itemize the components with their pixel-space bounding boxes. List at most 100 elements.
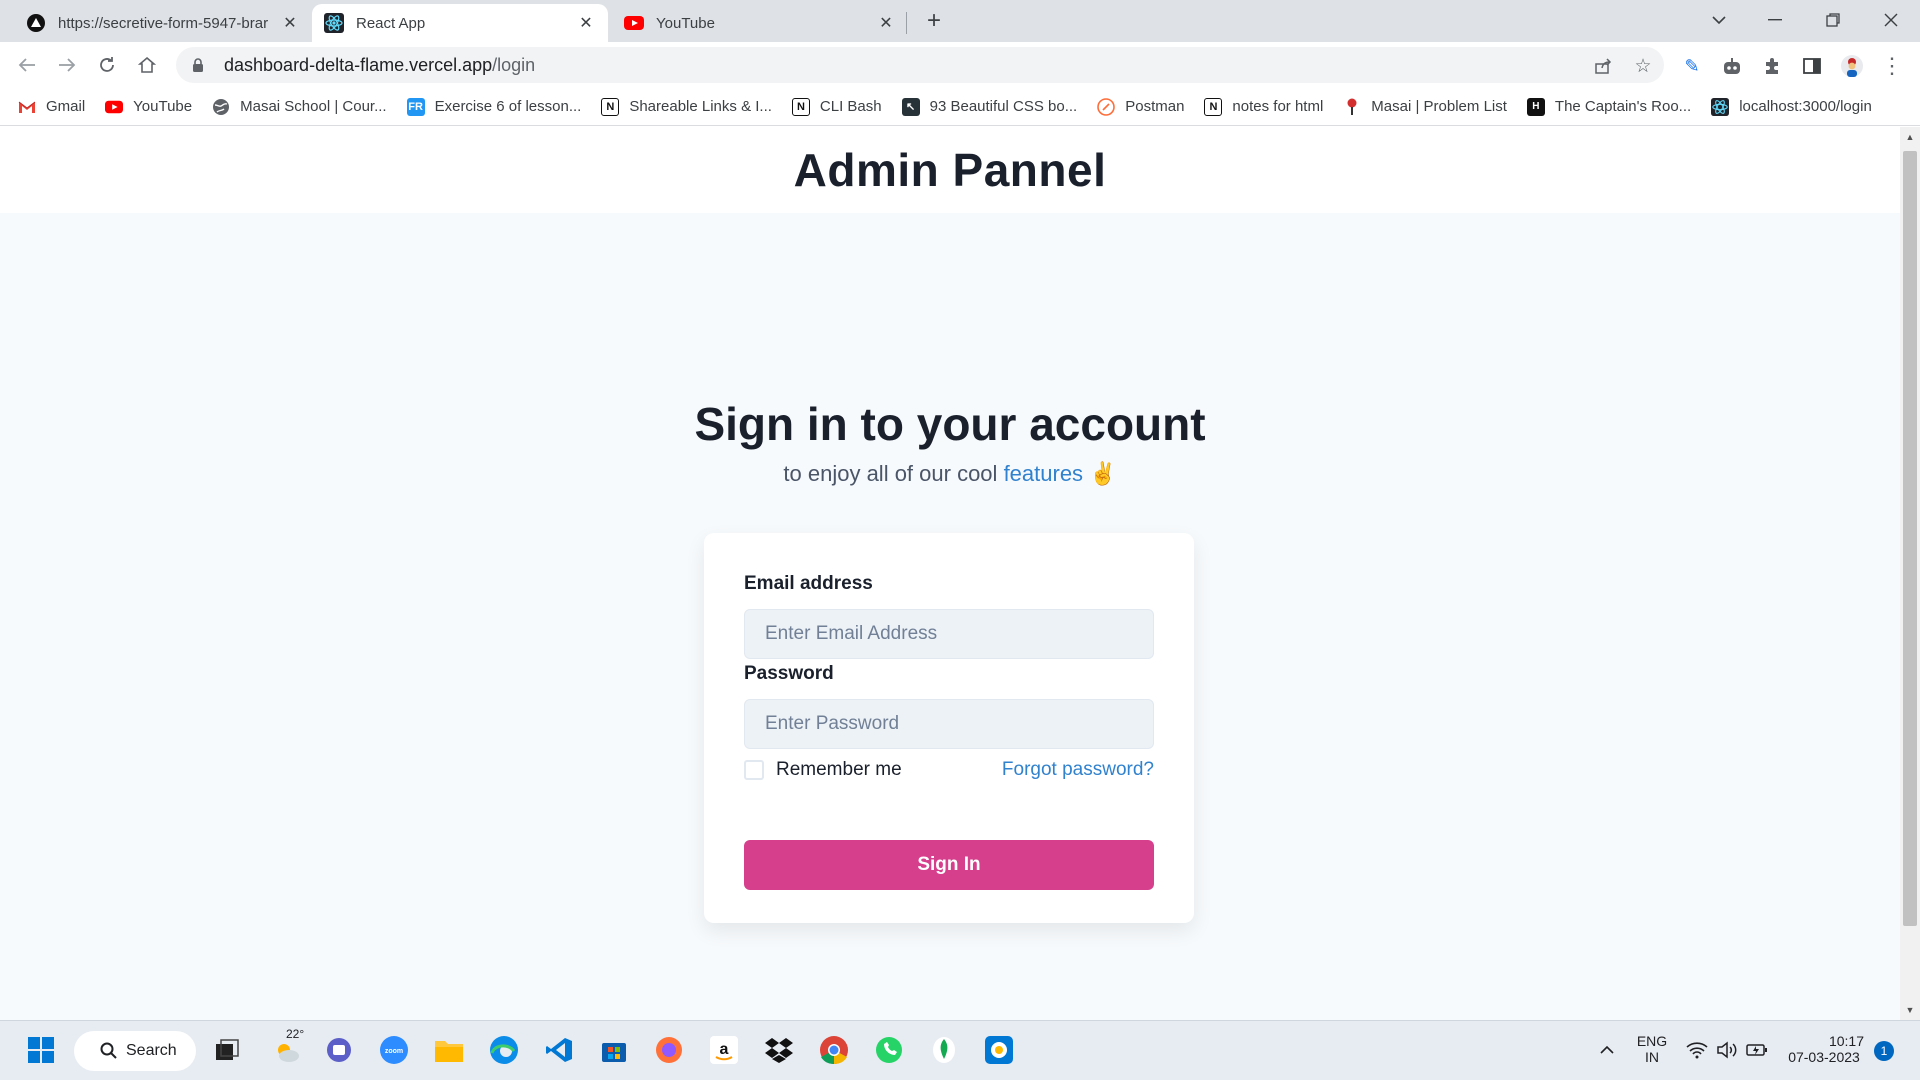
bookmark-css-borders[interactable]: ↖ 93 Beautiful CSS bo... — [901, 97, 1078, 116]
svg-text:zoom: zoom — [385, 1048, 403, 1055]
vercel-icon — [26, 13, 46, 33]
close-window-button[interactable] — [1866, 0, 1916, 40]
tab-secretive-form[interactable]: https://secretive-form-5947-brar ✕ — [14, 4, 312, 42]
remember-me-label: Remember me — [776, 759, 902, 780]
reload-button[interactable] — [90, 48, 124, 82]
lock-icon[interactable] — [192, 57, 210, 73]
whatsapp-icon[interactable] — [872, 1033, 906, 1067]
notion-icon: N — [601, 97, 620, 116]
address-bar[interactable]: dashboard-delta-flame.vercel.app/login ☆ — [176, 47, 1664, 83]
minimize-button[interactable] — [1750, 0, 1800, 40]
file-explorer-icon[interactable] — [432, 1033, 466, 1067]
bookmark-exercise[interactable]: FR Exercise 6 of lesson... — [406, 97, 581, 116]
windows-start-icon[interactable] — [24, 1033, 58, 1067]
postman-icon — [1097, 97, 1116, 116]
hackerrank-icon: H — [1526, 97, 1545, 116]
firefox-icon[interactable] — [652, 1033, 686, 1067]
pen-extension-icon[interactable]: ✎ — [1680, 54, 1704, 78]
microsoft-store-icon[interactable] — [597, 1033, 631, 1067]
url-path: /login — [492, 54, 536, 75]
app-icon[interactable] — [982, 1033, 1016, 1067]
teams-chat-icon[interactable] — [322, 1033, 356, 1067]
tab-title: YouTube — [656, 14, 715, 32]
task-view-icon[interactable] — [210, 1033, 244, 1067]
taskbar-search[interactable]: Search — [74, 1031, 196, 1071]
remember-me[interactable]: Remember me — [744, 759, 902, 781]
scrollbar-thumb[interactable] — [1903, 151, 1917, 926]
search-icon — [100, 1042, 118, 1060]
cursor-icon: ↖ — [901, 97, 920, 116]
bookmark-masai-school[interactable]: Masai School | Cour... — [212, 98, 387, 116]
close-icon[interactable]: ✕ — [876, 13, 896, 33]
side-panel-icon[interactable] — [1800, 54, 1824, 78]
new-tab-button[interactable]: + — [918, 8, 950, 36]
bookmark-star-icon[interactable]: ☆ — [1632, 55, 1654, 77]
tab-youtube[interactable]: YouTube ✕ — [612, 4, 908, 42]
arrow-left-icon — [18, 58, 35, 72]
page-scrollbar[interactable]: ▲ ▼ — [1900, 127, 1920, 1020]
weather-icon[interactable]: 22° — [270, 1027, 304, 1067]
react-icon — [324, 13, 344, 33]
bookmark-localhost[interactable]: localhost:3000/login — [1711, 97, 1872, 116]
tab-react-app[interactable]: React App ✕ — [312, 4, 608, 42]
remember-me-checkbox[interactable] — [744, 760, 764, 780]
clock[interactable]: 10:17 07-03-2023 — [1776, 1033, 1872, 1065]
bookmark-captains-room[interactable]: H The Captain's Roo... — [1526, 97, 1692, 116]
close-icon[interactable]: ✕ — [576, 13, 596, 33]
language-indicator[interactable]: ENG IN — [1632, 1033, 1672, 1065]
page-viewport: Admin Pannel Sign in to your account to … — [0, 127, 1900, 1020]
bookmark-postman[interactable]: Postman — [1097, 97, 1185, 116]
wifi-icon[interactable] — [1680, 1033, 1714, 1067]
clock-time: 10:17 — [1828, 1033, 1864, 1049]
chevron-up-icon[interactable] — [1590, 1033, 1624, 1067]
extensions-puzzle-icon[interactable] — [1760, 54, 1784, 78]
bookmark-shareable-links[interactable]: N Shareable Links & I... — [601, 97, 772, 116]
victory-hand-icon: ✌️ — [1089, 461, 1117, 486]
bookmark-label: Masai | Problem List — [1371, 98, 1507, 115]
bookmark-label: notes for html — [1232, 98, 1324, 115]
notification-badge[interactable]: 1 — [1874, 1041, 1894, 1061]
mongodb-icon[interactable] — [927, 1033, 961, 1067]
home-button[interactable] — [130, 48, 164, 82]
bookmark-label: YouTube — [133, 98, 193, 115]
bookmark-notes-html[interactable]: N notes for html — [1204, 97, 1324, 116]
close-icon[interactable]: ✕ — [280, 13, 300, 33]
share-icon[interactable] — [1592, 55, 1614, 77]
battery-icon[interactable] — [1740, 1033, 1774, 1067]
features-link[interactable]: features — [1004, 461, 1084, 486]
profile-avatar[interactable] — [1840, 54, 1864, 78]
more-menu-icon[interactable]: ⋮ — [1880, 53, 1904, 78]
vscode-icon[interactable] — [542, 1033, 576, 1067]
extension-robot-icon[interactable] — [1720, 54, 1744, 78]
bookmark-label: 93 Beautiful CSS bo... — [929, 98, 1078, 115]
chrome-icon[interactable] — [817, 1033, 851, 1067]
sign-in-button[interactable]: Sign In — [744, 840, 1154, 890]
dropbox-icon[interactable] — [762, 1033, 796, 1067]
password-field[interactable] — [744, 699, 1154, 749]
bookmark-gmail[interactable]: Gmail — [18, 98, 85, 116]
scroll-down-arrow-icon[interactable]: ▼ — [1900, 1002, 1920, 1018]
forgot-password-link[interactable]: Forgot password? — [1002, 759, 1154, 781]
tab-search-chevron-icon[interactable] — [1694, 0, 1744, 40]
edge-icon[interactable] — [487, 1033, 521, 1067]
scroll-up-arrow-icon[interactable]: ▲ — [1900, 129, 1920, 145]
tab-divider — [906, 12, 907, 34]
page-title: Admin Pannel — [793, 144, 1107, 196]
bookmark-youtube[interactable]: YouTube — [105, 98, 192, 116]
bookmark-masai-problems[interactable]: Masai | Problem List — [1343, 98, 1507, 116]
restore-button[interactable] — [1808, 0, 1858, 40]
bookmark-label: Postman — [1125, 98, 1185, 115]
browser-toolbar: dashboard-delta-flame.vercel.app/login ☆… — [0, 42, 1920, 88]
bookmark-cli-bash[interactable]: N CLI Bash — [791, 97, 882, 116]
volume-icon[interactable] — [1710, 1033, 1744, 1067]
amazon-icon[interactable]: a — [707, 1033, 741, 1067]
back-button[interactable] — [10, 48, 44, 82]
subtitle-text: to enjoy all of our cool — [783, 461, 998, 486]
bookmark-label: localhost:3000/login — [1739, 98, 1872, 115]
bookmark-label: The Captain's Roo... — [1554, 98, 1692, 115]
email-field[interactable] — [744, 609, 1154, 659]
forward-button[interactable] — [50, 48, 84, 82]
reload-icon — [100, 57, 114, 72]
zoom-icon[interactable]: zoom — [377, 1033, 411, 1067]
notion-icon: N — [791, 97, 810, 116]
